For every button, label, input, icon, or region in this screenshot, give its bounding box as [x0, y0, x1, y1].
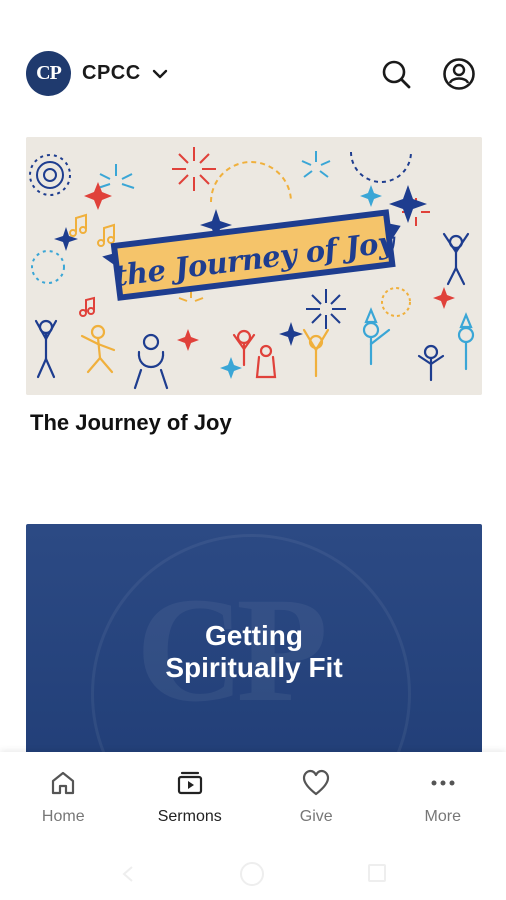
video-icon [177, 771, 202, 795]
nav-item-sermons[interactable]: Sermons [127, 752, 254, 842]
home-circle-icon[interactable] [240, 862, 264, 886]
back-icon[interactable] [118, 864, 138, 884]
more-dots-icon [431, 780, 455, 786]
sermon-series-title[interactable]: The Journey of Joy [30, 410, 232, 436]
nav-label-give: Give [299, 808, 333, 825]
chevron-down-icon[interactable] [150, 64, 170, 84]
heart-icon [303, 769, 330, 796]
org-name[interactable]: CPCC [82, 62, 141, 85]
system-navigation-bar [0, 842, 506, 900]
sermon-series-card-getting-spiritually-fit[interactable]: CP Getting Spiritually Fit [26, 524, 482, 764]
app-header: CP CPCC [0, 0, 506, 130]
nav-item-give[interactable]: Give [253, 752, 380, 842]
sermon-series-card-journey-of-joy[interactable]: the Journey of Joy [26, 137, 482, 395]
bottom-navigation: Home Sermons Give More [0, 752, 506, 842]
search-icon[interactable] [380, 58, 412, 90]
user-circle-icon[interactable] [442, 57, 476, 91]
nav-label-more: More [424, 808, 461, 825]
church-logo[interactable]: CP [26, 51, 71, 96]
sermon-series-title: Getting Spiritually Fit [165, 620, 343, 683]
nav-item-more[interactable]: More [380, 752, 506, 842]
nav-item-home[interactable]: Home [0, 752, 127, 842]
home-icon [52, 771, 75, 795]
nav-label-home: Home [41, 808, 85, 825]
nav-label-sermons: Sermons [157, 808, 222, 825]
recent-apps-icon[interactable] [368, 864, 386, 882]
